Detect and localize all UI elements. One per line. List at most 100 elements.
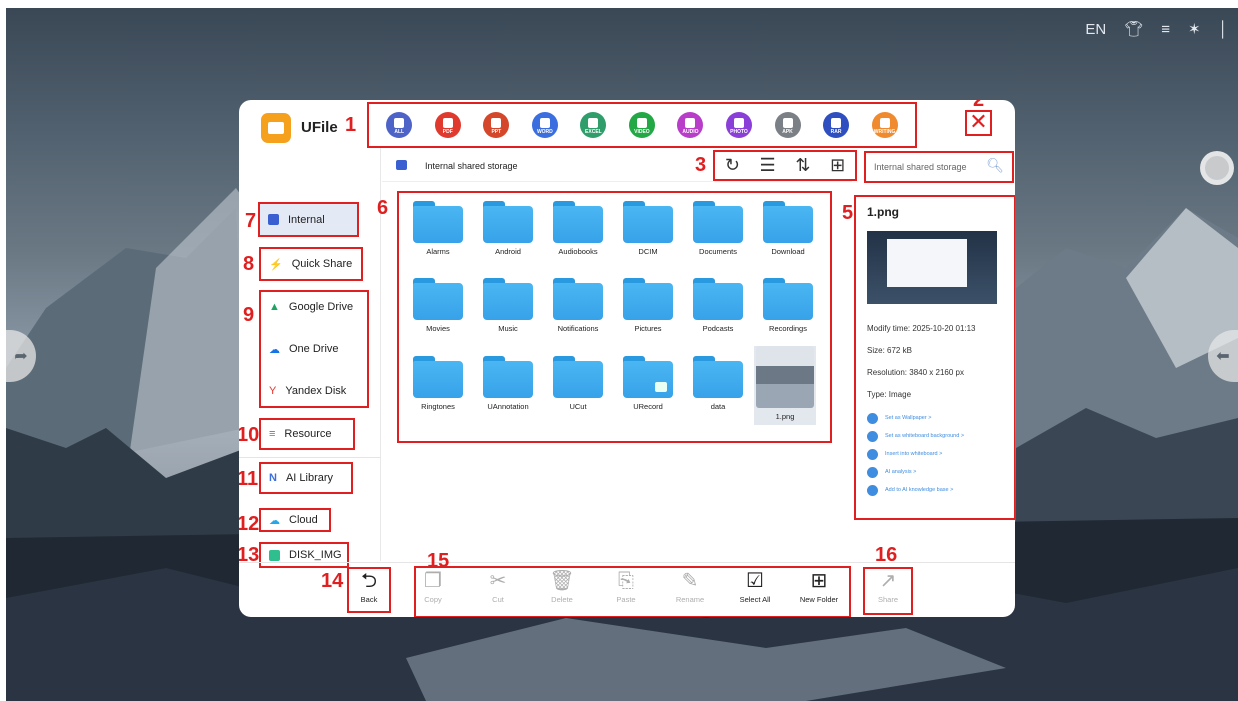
annotation-number: 1 xyxy=(345,114,357,136)
folder-item[interactable]: UCut xyxy=(548,356,608,411)
filter-audio-icon[interactable]: AUDIO xyxy=(677,112,704,138)
folder-icon xyxy=(693,201,743,243)
sidebar-item-yandex-disk[interactable]: Y Yandex Disk xyxy=(261,376,346,406)
shirt-icon[interactable]: 👕︎ xyxy=(1124,20,1143,38)
folder-item[interactable]: Android xyxy=(478,201,538,256)
filter-all-icon[interactable]: ALL xyxy=(386,112,413,138)
filter-label: APK xyxy=(782,129,793,135)
storage-icon xyxy=(268,214,279,225)
language-indicator[interactable]: EN xyxy=(1085,21,1106,38)
sidebar-divider xyxy=(239,457,381,458)
ai-analysis-link[interactable]: AI analysis > xyxy=(867,466,1003,478)
folder-item[interactable]: Music xyxy=(478,278,538,333)
close-icon[interactable]: ✕ xyxy=(965,110,992,136)
filter-writing-icon[interactable]: WRITING xyxy=(871,112,898,138)
filter-word-icon[interactable]: WORD xyxy=(531,112,558,138)
wifi-icon[interactable]: ≡ xyxy=(1161,21,1170,38)
view-tools: ↻ ☰ ⇅ ⊞ xyxy=(713,150,857,181)
paste-button[interactable]: ⎘ Paste xyxy=(599,569,653,604)
annotation-number: 3 xyxy=(695,154,707,176)
folder-item[interactable]: Download xyxy=(758,201,818,256)
delete-button[interactable]: 🗑︎ Delete xyxy=(535,569,589,604)
new-folder-label: New Folder xyxy=(799,595,839,604)
folder-item[interactable]: Ringtones xyxy=(408,356,468,411)
filter-label: PDF xyxy=(442,129,453,135)
filter-label: WORD xyxy=(536,129,553,135)
filter-excel-icon[interactable]: EXCEL xyxy=(580,112,607,138)
filter-photo-icon[interactable]: PHOTO xyxy=(725,112,752,138)
sidebar-item-label: Quick Share xyxy=(291,258,353,270)
refresh-icon[interactable]: ↻ xyxy=(725,155,740,176)
file-name: 1.png xyxy=(775,412,795,421)
set-wallpaper-link[interactable]: Set as Wallpaper > xyxy=(867,412,1003,424)
sort-list-icon[interactable]: ☰ xyxy=(760,155,776,176)
filter-label: PHOTO xyxy=(730,129,748,135)
add-to-knowledge-base-link[interactable]: Add to AI knowledge base > xyxy=(867,484,1003,496)
action-label: AI analysis > xyxy=(885,469,917,475)
copy-label: Copy xyxy=(424,595,442,604)
folder-item[interactable]: Audiobooks xyxy=(548,201,608,256)
bluetooth-icon[interactable]: ✶ xyxy=(1188,20,1201,38)
filter-video-icon[interactable]: VIDEO xyxy=(628,112,655,138)
search-field[interactable]: Internal shared storage 🔍︎ xyxy=(864,151,1014,183)
sort-order-icon[interactable]: ⇅ xyxy=(795,155,810,176)
folder-icon xyxy=(553,278,603,320)
insert-into-whiteboard-link[interactable]: Insert into whiteboard > xyxy=(867,448,1003,460)
sidebar-item-ai-library[interactable]: N AI Library xyxy=(259,462,353,494)
detail-type: Type: Image xyxy=(867,390,912,399)
rename-button[interactable]: ✎ Rename xyxy=(663,569,717,604)
folder-icon xyxy=(693,278,743,320)
breadcrumb[interactable]: Internal shared storage xyxy=(425,161,518,171)
details-panel: 1.png Modify time: 2025-10-20 01:13 Size… xyxy=(854,195,1015,520)
folder-item[interactable]: Podcasts xyxy=(688,278,748,333)
sidebar-item-quick-share[interactable]: ⚡ Quick Share xyxy=(259,247,363,281)
folder-item[interactable]: Movies xyxy=(408,278,468,333)
annotation-number: 5 xyxy=(842,202,854,224)
filter-ppt-icon[interactable]: PPT xyxy=(483,112,510,138)
sidebar-item-cloud[interactable]: ☁ Cloud xyxy=(259,508,331,532)
file-name: Podcasts xyxy=(702,324,734,333)
sidebar-item-internal[interactable]: Internal xyxy=(258,202,359,237)
sidebar-item-google-drive[interactable]: ▲ Google Drive xyxy=(261,292,353,322)
image-file-item[interactable]: 1.png xyxy=(754,346,816,425)
folder-item[interactable]: Alarms xyxy=(408,201,468,256)
folder-item[interactable]: URecord xyxy=(618,356,678,411)
floating-assist-button[interactable] xyxy=(1200,151,1234,185)
sidebar-item-one-drive[interactable]: ☁ One Drive xyxy=(261,334,339,364)
search-input[interactable]: Internal shared storage xyxy=(874,162,967,172)
grid-view-icon[interactable]: ⊞ xyxy=(830,155,845,176)
folder-icon xyxy=(553,201,603,243)
folder-item[interactable]: Documents xyxy=(688,201,748,256)
folder-icon xyxy=(623,278,673,320)
folder-item[interactable]: data xyxy=(688,356,748,411)
new-folder-button[interactable]: ⊞ New Folder xyxy=(792,569,846,604)
thermometer-icon[interactable]: │ xyxy=(1219,21,1228,38)
copy-button[interactable]: ❐ Copy xyxy=(406,569,460,604)
sidebar-item-label: DISK_IMG xyxy=(289,549,342,561)
annotation-number: 11 xyxy=(239,468,259,490)
folder-icon xyxy=(413,201,463,243)
cut-button[interactable]: ✂ Cut xyxy=(471,569,525,604)
folder-item[interactable]: Notifications xyxy=(548,278,608,333)
cloud-icon: ☁ xyxy=(269,514,280,527)
yandex-disk-icon: Y xyxy=(269,385,277,397)
folder-item[interactable]: Pictures xyxy=(618,278,678,333)
share-button[interactable]: ↗ Share xyxy=(863,567,913,615)
folder-icon xyxy=(623,356,673,398)
trash-icon: 🗑︎ xyxy=(549,570,575,592)
usb-disk-icon xyxy=(269,549,280,561)
filter-apk-icon[interactable]: APK xyxy=(774,112,801,138)
filter-pdf-icon[interactable]: PDF xyxy=(434,112,461,138)
whiteboard-icon xyxy=(867,430,878,442)
search-icon[interactable]: 🔍︎ xyxy=(986,157,1004,174)
filter-rar-icon[interactable]: RAR xyxy=(823,112,850,138)
folder-item[interactable]: DCIM xyxy=(618,201,678,256)
annotation-number: 7 xyxy=(245,210,257,232)
sidebar-item-resource[interactable]: ≡ Resource xyxy=(259,418,355,450)
select-all-button[interactable]: ☑ Select All xyxy=(728,569,782,604)
folder-item[interactable]: UAnnotation xyxy=(478,356,538,411)
back-button[interactable]: ⮌ Back xyxy=(347,567,391,613)
folder-item[interactable]: Recordings xyxy=(758,278,818,333)
set-whiteboard-background-link[interactable]: Set as whiteboard background > xyxy=(867,430,1003,442)
detail-file-name: 1.png xyxy=(867,205,899,219)
